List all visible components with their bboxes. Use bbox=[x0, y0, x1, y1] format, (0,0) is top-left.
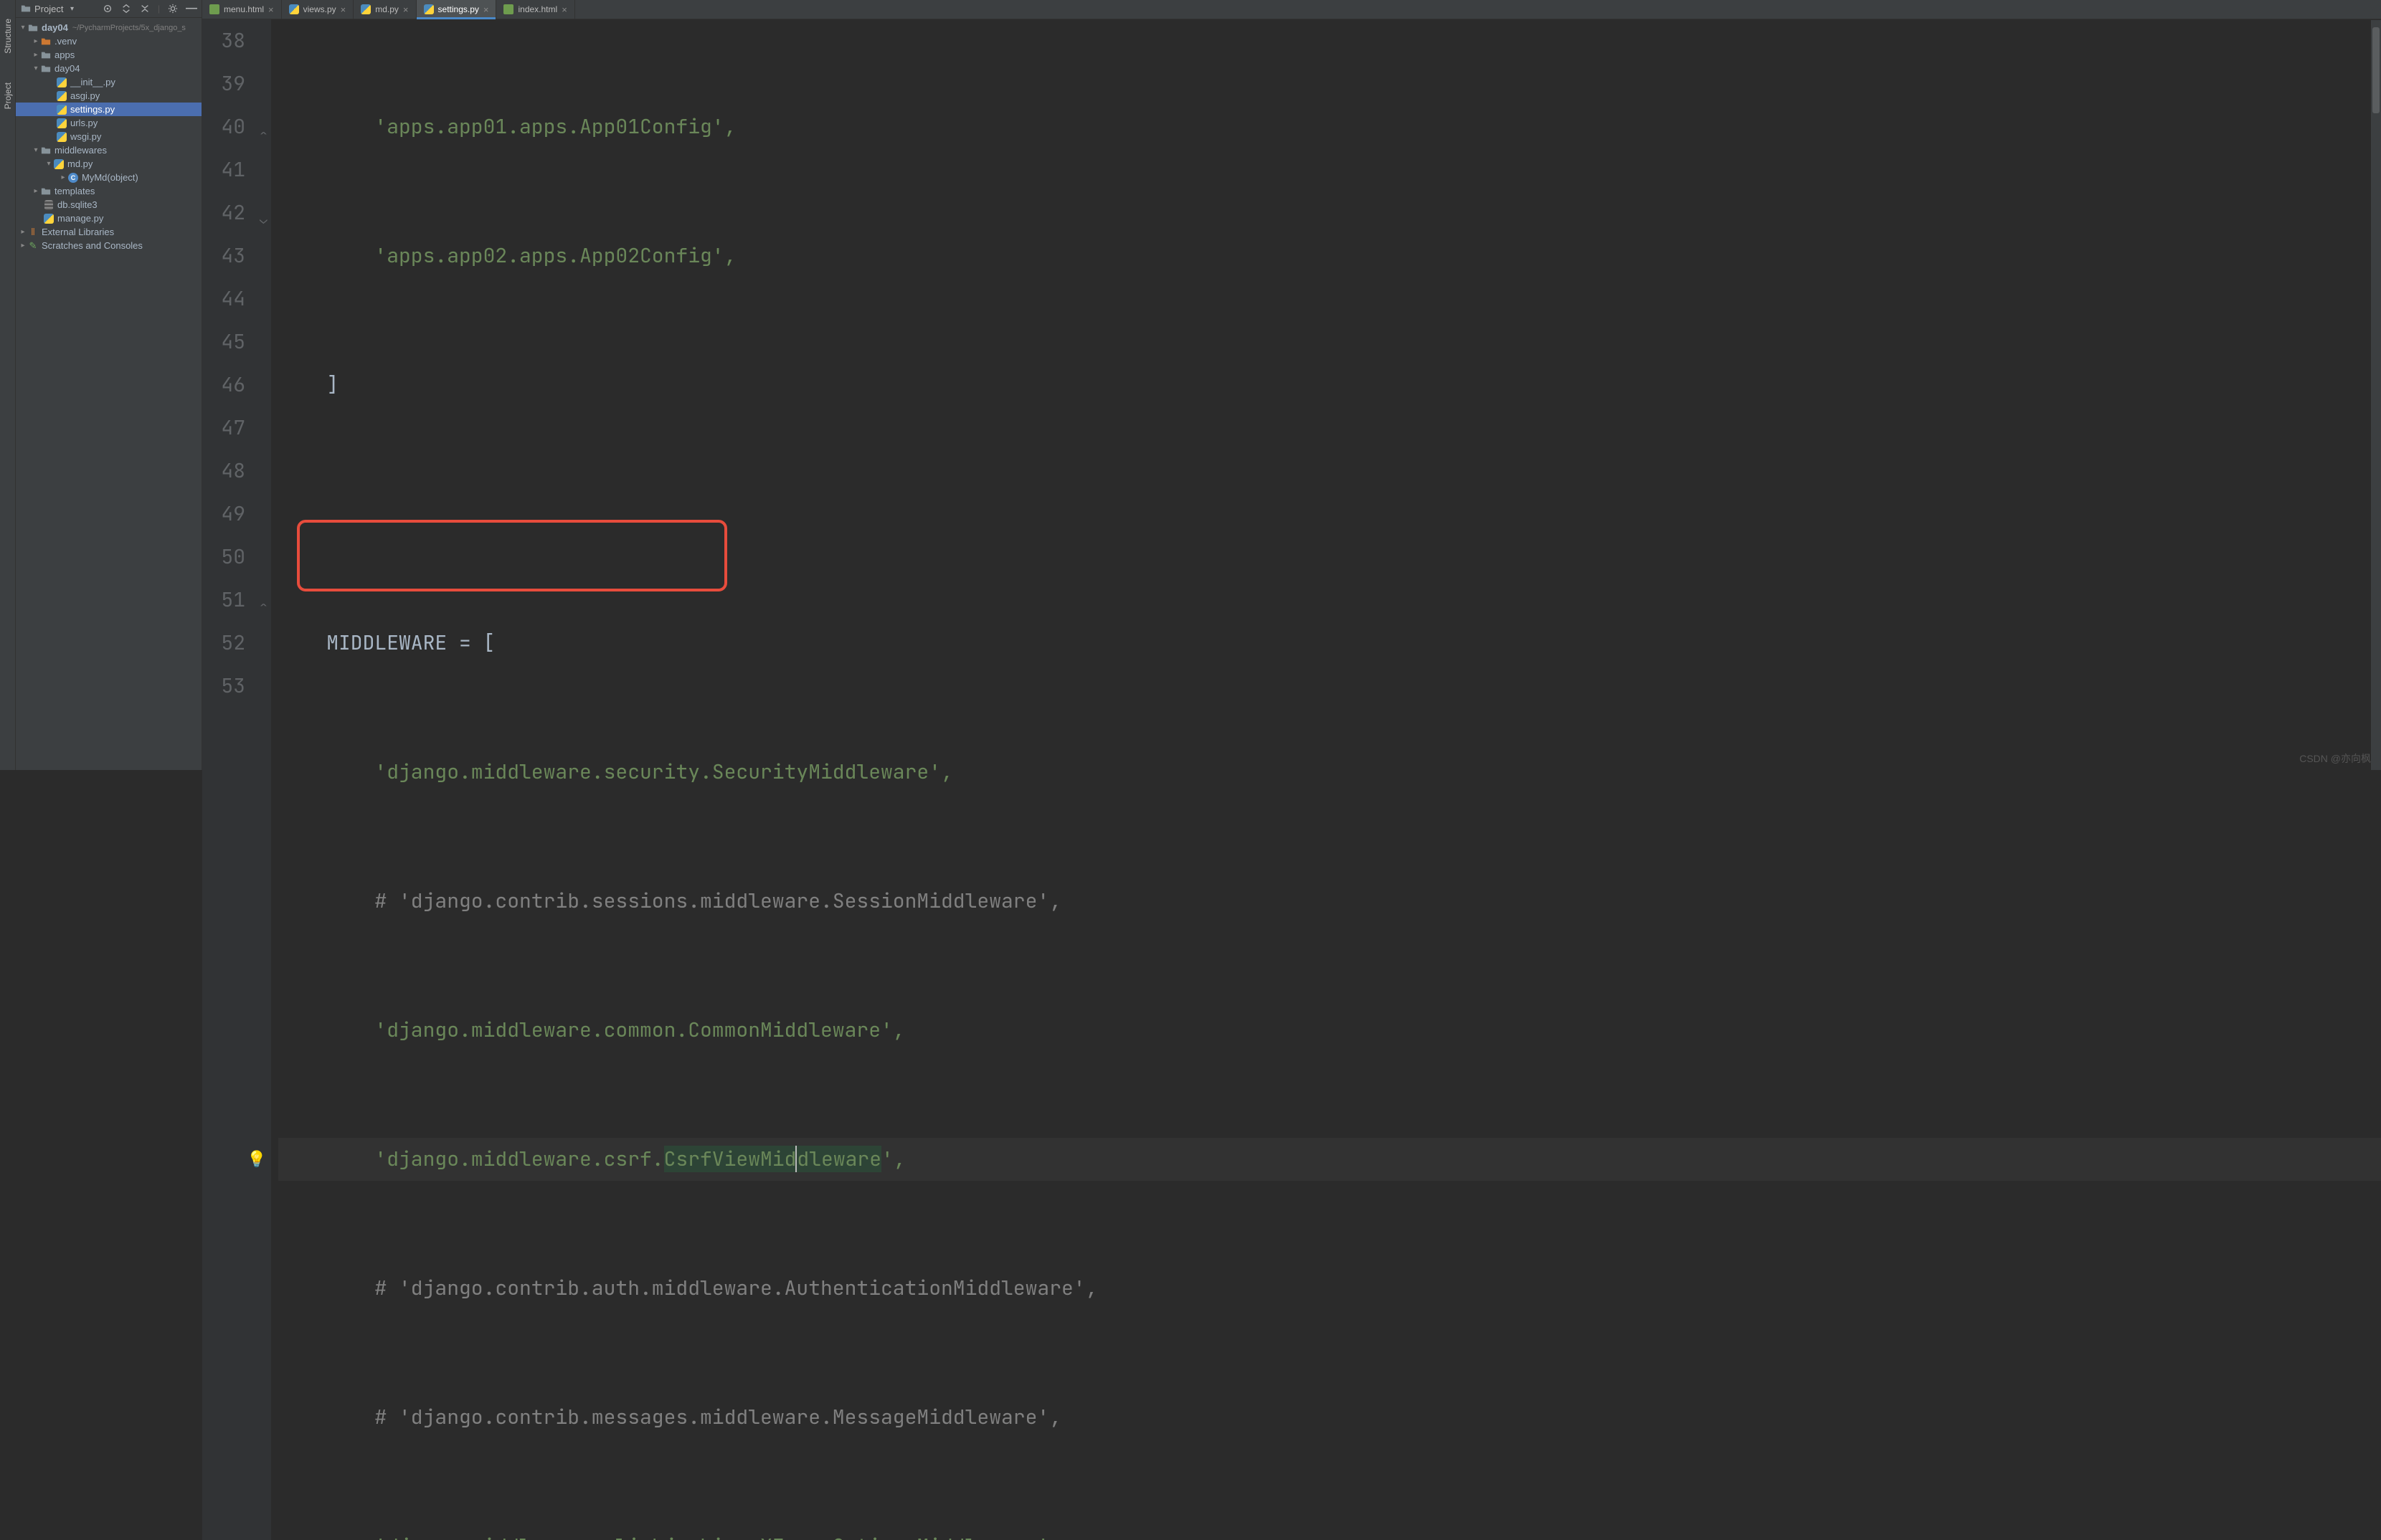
collapse-all-icon[interactable] bbox=[139, 3, 151, 14]
tree-root[interactable]: ▾day04~/PycharmProjects/5x_django_s bbox=[16, 21, 202, 34]
locate-icon[interactable] bbox=[102, 3, 113, 14]
vertical-scrollbar[interactable] bbox=[2371, 20, 2381, 770]
tree-apps[interactable]: ▸apps bbox=[16, 48, 202, 62]
close-icon[interactable]: × bbox=[483, 4, 489, 15]
python-icon bbox=[56, 104, 67, 115]
project-tree[interactable]: ▾day04~/PycharmProjects/5x_django_s ▸.ve… bbox=[16, 18, 202, 260]
fold-end-icon[interactable]: ⌃ bbox=[260, 586, 268, 629]
line-gutter: 38394041424344454647484950515253 bbox=[202, 19, 258, 1540]
expand-all-icon[interactable] bbox=[120, 3, 132, 14]
library-icon: ⫴ bbox=[27, 227, 39, 238]
tree-scratches[interactable]: ▸✎Scratches and Consoles bbox=[16, 239, 202, 252]
gear-icon[interactable] bbox=[167, 3, 179, 14]
tree-templates[interactable]: ▸templates bbox=[16, 184, 202, 198]
tree-md[interactable]: ▾md.py bbox=[16, 157, 202, 171]
tree-manage[interactable]: manage.py bbox=[16, 211, 202, 225]
code-body[interactable]: 'apps.app01.apps.App01Config', 'apps.app… bbox=[271, 19, 2381, 1540]
fold-column[interactable]: ⌃ ⌄ ⌃ bbox=[258, 19, 271, 1540]
structure-tool-tab[interactable]: Structure bbox=[1, 4, 14, 68]
close-icon[interactable]: × bbox=[341, 4, 346, 15]
tree-middlewares[interactable]: ▾middlewares bbox=[16, 143, 202, 157]
left-tool-rail: Structure Project bbox=[0, 0, 16, 770]
html-icon bbox=[209, 4, 219, 14]
python-icon bbox=[424, 4, 434, 14]
hide-icon[interactable]: — bbox=[186, 3, 197, 14]
sidebar-title: Project bbox=[34, 4, 63, 14]
chevron-down-icon[interactable]: ▾ bbox=[66, 3, 77, 14]
tree-venv[interactable]: ▸.venv bbox=[16, 34, 202, 48]
tree-mymd-class[interactable]: ▸CMyMd(object) bbox=[16, 171, 202, 184]
watermark: CSDN @亦向枫 bbox=[2299, 751, 2371, 766]
tree-wsgi[interactable]: wsgi.py bbox=[16, 130, 202, 143]
python-icon bbox=[56, 118, 67, 129]
project-tool-tab[interactable]: Project bbox=[1, 68, 14, 123]
html-icon bbox=[503, 4, 513, 14]
python-icon bbox=[289, 4, 299, 14]
scrollbar-thumb[interactable] bbox=[2372, 27, 2380, 113]
tree-urls[interactable]: urls.py bbox=[16, 116, 202, 130]
sidebar-header: Project ▾ | — bbox=[16, 0, 202, 18]
close-icon[interactable]: × bbox=[268, 4, 274, 15]
python-icon bbox=[361, 4, 371, 14]
fold-start-icon[interactable]: ⌄ bbox=[260, 199, 268, 242]
app-root: Structure Project Project ▾ | — ▾day04~/… bbox=[0, 0, 2381, 770]
database-icon bbox=[43, 199, 55, 211]
tab-menu-html[interactable]: menu.html× bbox=[202, 0, 282, 19]
tab-settings-py[interactable]: settings.py× bbox=[417, 0, 497, 19]
code-editor[interactable]: 38394041424344454647484950515253 ⌃ ⌄ ⌃ '… bbox=[202, 19, 2381, 1540]
python-icon bbox=[43, 213, 55, 224]
python-icon bbox=[56, 90, 67, 102]
intention-bulb-icon[interactable]: 💡 bbox=[247, 1138, 266, 1181]
python-icon bbox=[53, 158, 65, 170]
tab-views-py[interactable]: views.py× bbox=[282, 0, 354, 19]
tree-db[interactable]: db.sqlite3 bbox=[16, 198, 202, 211]
project-icon bbox=[20, 3, 32, 14]
close-icon[interactable]: × bbox=[562, 4, 567, 15]
tree-external-lib[interactable]: ▸⫴External Libraries bbox=[16, 225, 202, 239]
tree-asgi[interactable]: asgi.py bbox=[16, 89, 202, 103]
close-icon[interactable]: × bbox=[403, 4, 409, 15]
tab-index-html[interactable]: index.html× bbox=[496, 0, 574, 19]
tab-md-py[interactable]: md.py× bbox=[354, 0, 416, 19]
tree-settings[interactable]: settings.py bbox=[16, 103, 202, 116]
class-icon: C bbox=[68, 173, 78, 183]
python-icon bbox=[56, 131, 67, 143]
project-sidebar: Project ▾ | — ▾day04~/PycharmProjects/5x… bbox=[16, 0, 202, 770]
editor-tabs: menu.html× views.py× md.py× settings.py×… bbox=[202, 0, 2381, 19]
fold-end-icon[interactable]: ⌃ bbox=[260, 114, 268, 157]
python-icon bbox=[56, 77, 67, 88]
scratch-icon: ✎ bbox=[27, 240, 39, 252]
tree-day04[interactable]: ▾day04 bbox=[16, 62, 202, 75]
tree-init[interactable]: __init__.py bbox=[16, 75, 202, 89]
editor-area: menu.html× views.py× md.py× settings.py×… bbox=[202, 0, 2381, 770]
